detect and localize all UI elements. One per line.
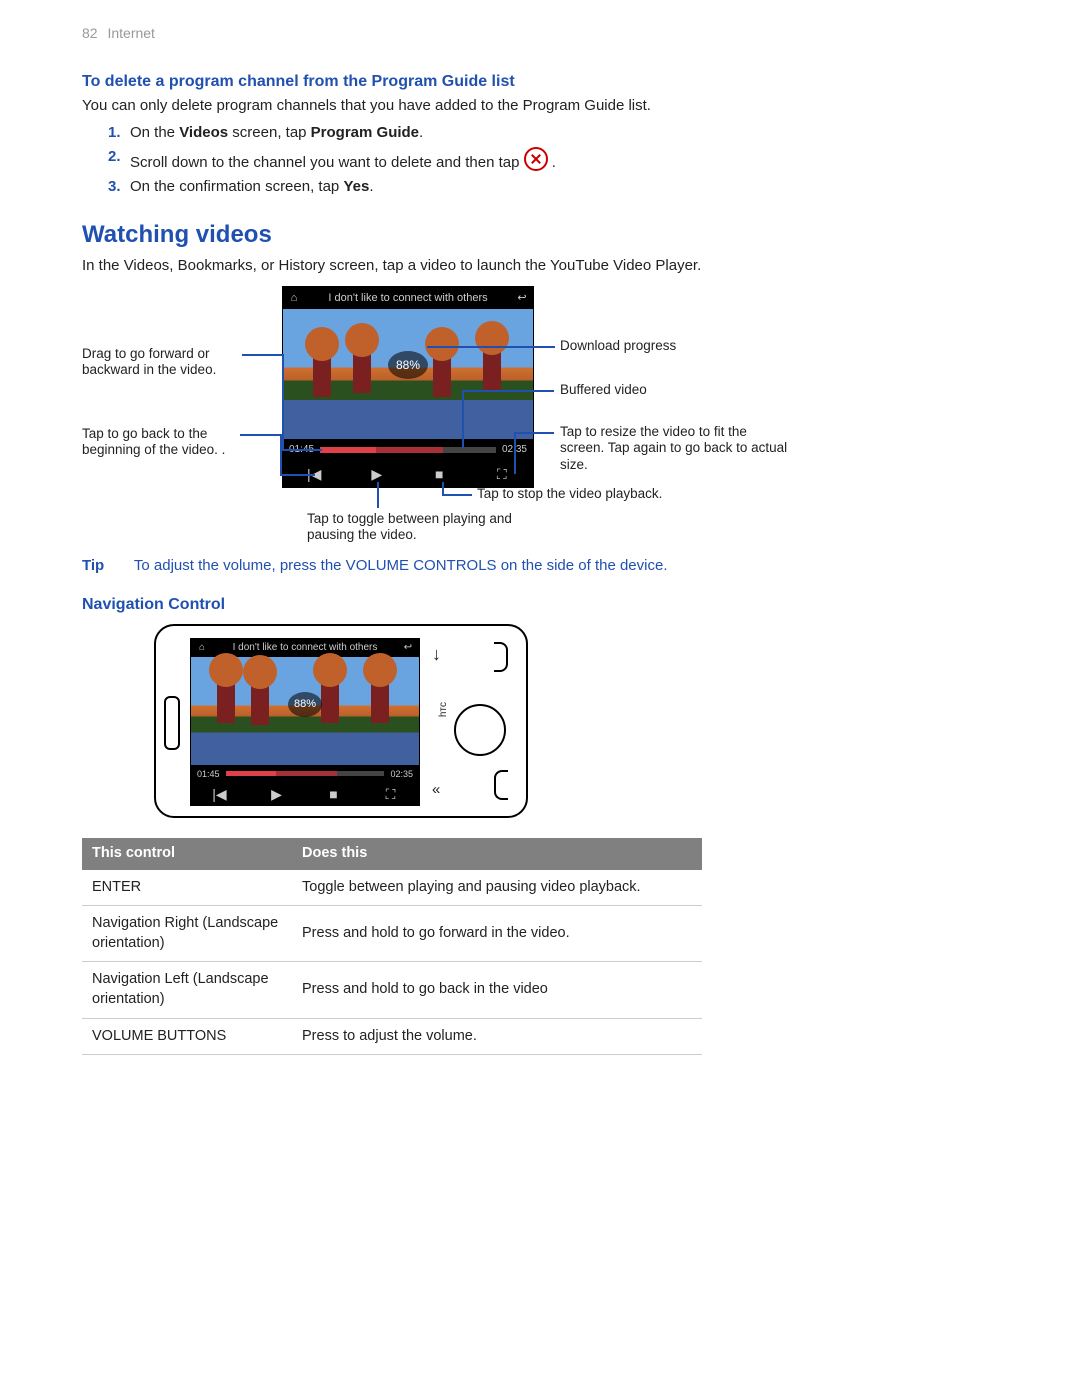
- page-number: 82: [82, 25, 98, 41]
- controls-row: |◀ ▶ ■ ⛶: [283, 461, 533, 487]
- stop-button[interactable]: ■: [408, 465, 471, 484]
- play-pause-button[interactable]: ▶: [346, 465, 409, 484]
- nav-wheel[interactable]: [454, 704, 506, 756]
- download-progress-badge: 88%: [388, 351, 428, 379]
- callout-drag: Drag to go forward or backward in the vi…: [82, 346, 262, 378]
- fullscreen-button[interactable]: ⛶: [362, 785, 419, 804]
- subheading-delete: To delete a program channel from the Pro…: [82, 71, 1010, 93]
- step-1: On the Videos screen, tap Program Guide.: [108, 123, 1010, 143]
- step-2: Scroll down to the channel you want to d…: [108, 147, 1010, 173]
- tip-row: Tip To adjust the volume, press the VOLU…: [82, 556, 1010, 576]
- player-titlebar: ⌂ I don't like to connect with others ↩: [283, 287, 533, 309]
- step-3: On the confirmation screen, tap Yes.: [108, 177, 1010, 197]
- delete-channel-icon: [524, 147, 548, 171]
- stop-button[interactable]: ■: [305, 785, 362, 804]
- table-row: ENTER Toggle between playing and pausing…: [82, 870, 702, 906]
- subheading-nav: Navigation Control: [82, 594, 1010, 616]
- table-row: VOLUME BUTTONS Press to adjust the volum…: [82, 1018, 702, 1055]
- hw-bracket-icon: [494, 770, 508, 800]
- hw-bracket-icon: [494, 642, 508, 672]
- callout-buffered: Buffered video: [560, 382, 647, 398]
- callout-stop: Tap to stop the video playback.: [477, 486, 662, 502]
- callout-download: Download progress: [560, 338, 676, 354]
- video-title: I don't like to connect with others: [305, 291, 511, 306]
- video-player-diagram: ⌂ I don't like to connect with others ↩ …: [82, 286, 1010, 546]
- table-row: Navigation Left (Landscape orientation) …: [82, 962, 702, 1018]
- rewind-button[interactable]: |◀: [191, 785, 248, 804]
- seek-bar[interactable]: [320, 447, 496, 453]
- hardware-buttons: ↓ hтc «: [432, 642, 508, 800]
- nav-down-icon: ↓: [432, 642, 441, 666]
- nav-back-icon: «: [432, 780, 440, 800]
- video-player: ⌂ I don't like to connect with others ↩ …: [282, 286, 534, 488]
- played-segment: [320, 447, 376, 453]
- delete-steps: On the Videos screen, tap Program Guide.…: [108, 123, 1010, 198]
- home-icon[interactable]: ⌂: [283, 291, 305, 306]
- home-icon[interactable]: ⌂: [191, 641, 213, 655]
- back-icon[interactable]: ↩: [397, 641, 419, 655]
- device-illustration: ⌂ I don't like to connect with others ↩ …: [154, 624, 528, 818]
- watching-intro: In the Videos, Bookmarks, or History scr…: [82, 256, 1010, 276]
- callout-resize: Tap to resize the video to fit the scree…: [560, 424, 790, 473]
- page-header: 82 Internet: [82, 24, 1010, 43]
- time-total: 02:35: [390, 768, 413, 780]
- tip-label: Tip: [82, 556, 130, 576]
- play-pause-button[interactable]: ▶: [248, 785, 305, 804]
- heading-watching: Watching videos: [82, 219, 1010, 251]
- time-current: 01:45: [197, 768, 220, 780]
- download-progress-badge: 88%: [288, 692, 322, 717]
- video-canvas[interactable]: 88%: [283, 309, 533, 439]
- seek-bar[interactable]: [226, 771, 385, 776]
- table-row: Navigation Right (Landscape orientation)…: [82, 906, 702, 962]
- table-header-action: Does this: [292, 838, 702, 870]
- delete-intro: You can only delete program channels tha…: [82, 96, 1010, 116]
- htc-logo: hтc: [437, 702, 451, 717]
- callout-toggle: Tap to toggle between playing and pausin…: [307, 511, 527, 543]
- table-header-control: This control: [82, 838, 292, 870]
- section-name: Internet: [107, 25, 154, 41]
- fullscreen-button[interactable]: ⛶: [471, 465, 534, 484]
- device-speaker: [164, 696, 180, 750]
- device-screen: ⌂ I don't like to connect with others ↩ …: [190, 638, 420, 806]
- back-icon[interactable]: ↩: [511, 291, 533, 306]
- video-title: I don't like to connect with others: [213, 641, 397, 655]
- callout-rewind: Tap to go back to the beginning of the v…: [82, 426, 262, 458]
- tip-text: To adjust the volume, press the VOLUME C…: [134, 557, 668, 574]
- controls-table: This control Does this ENTER Toggle betw…: [82, 838, 702, 1055]
